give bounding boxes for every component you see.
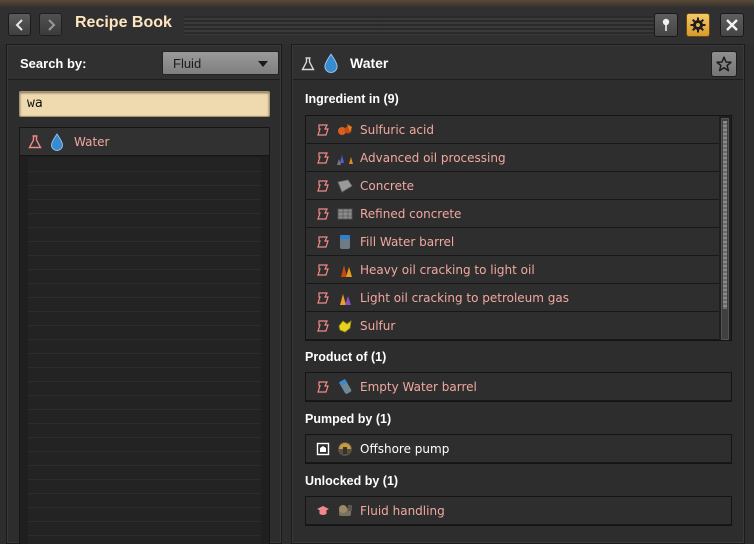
heavy-oil-cracking-icon [336, 261, 354, 279]
recipe-icon [314, 317, 332, 335]
title-drag-handle[interactable] [184, 16, 654, 35]
close-icon [726, 19, 738, 31]
water-drop-icon [48, 132, 66, 151]
list-item[interactable]: Empty Water barrel [306, 373, 731, 401]
pin-button[interactable] [654, 13, 678, 37]
empty-list-area [28, 158, 261, 544]
settings-button[interactable] [686, 13, 710, 37]
offshore-pump-icon [336, 440, 354, 458]
list-item[interactable]: Offshore pump [306, 435, 731, 463]
scrollbar-thumb[interactable] [723, 121, 727, 309]
search-input[interactable]: wa [19, 91, 270, 117]
recipe-icon [314, 261, 332, 279]
detail-header: Water [293, 46, 743, 80]
forward-button[interactable] [39, 13, 62, 36]
title-bar: Recipe Book [0, 0, 754, 44]
scrollbar[interactable] [721, 118, 729, 340]
water-barrel-icon [336, 233, 354, 251]
recipe-icon [314, 378, 332, 396]
detail-title: Water [350, 55, 389, 71]
recipe-icon [314, 289, 332, 307]
light-oil-cracking-icon [336, 289, 354, 307]
flask-icon [301, 56, 315, 75]
search-panel: Search by: Fluid wa Water [6, 44, 282, 544]
list-item[interactable]: Concrete [306, 172, 719, 200]
back-button[interactable] [8, 13, 31, 36]
search-type-dropdown[interactable]: Fluid [162, 51, 279, 75]
unlocked-by-list: Fluid handling [305, 496, 732, 526]
advanced-oil-processing-icon [336, 149, 354, 167]
empty-barrel-icon [336, 378, 354, 396]
ingredient-in-list: Sulfuric acid Advanced oil processing Co… [305, 115, 732, 341]
favorite-button[interactable] [711, 51, 737, 77]
water-drop-icon [323, 53, 339, 77]
detail-panel: Water Ingredient in (9) Sulfuric acid Ad… [291, 44, 745, 544]
section-title-pumped-by: Pumped by (1) [305, 412, 392, 426]
recipe-icon [314, 149, 332, 167]
recipe-icon [314, 121, 332, 139]
list-item[interactable]: Fill Water barrel [306, 228, 719, 256]
window-title: Recipe Book [75, 14, 172, 31]
flask-icon [26, 133, 44, 151]
building-icon [314, 440, 332, 458]
chevron-right-icon [47, 18, 55, 31]
chevron-left-icon [15, 18, 23, 31]
sulfur-icon [336, 317, 354, 335]
list-item[interactable]: Advanced oil processing [306, 144, 719, 172]
list-item[interactable]: Light oil cracking to petroleum gas [306, 284, 719, 312]
pin-icon [662, 18, 670, 31]
search-by-label: Search by: [20, 56, 87, 71]
search-results-list: Water [19, 127, 270, 544]
section-title-product-of: Product of (1) [305, 350, 387, 364]
fluid-handling-icon [336, 502, 354, 520]
result-item-water[interactable]: Water [20, 128, 269, 156]
technology-icon [314, 502, 332, 520]
recipe-icon [314, 205, 332, 223]
search-header: Search by: Fluid [8, 46, 280, 80]
section-title-unlocked-by: Unlocked by (1) [305, 474, 399, 488]
section-title-ingredient-in: Ingredient in (9) [305, 92, 399, 106]
list-item[interactable]: Fluid handling [306, 497, 731, 525]
recipe-icon [314, 177, 332, 195]
pumped-by-list: Offshore pump [305, 434, 732, 464]
list-item[interactable]: Sulfur [306, 312, 719, 340]
search-type-value: Fluid [173, 56, 202, 71]
refined-concrete-icon [336, 205, 354, 223]
result-label: Water [74, 134, 110, 149]
recipe-icon [314, 233, 332, 251]
list-item[interactable]: Heavy oil cracking to light oil [306, 256, 719, 284]
star-icon [716, 56, 732, 72]
gear-icon [690, 17, 706, 33]
list-item[interactable]: Refined concrete [306, 200, 719, 228]
concrete-icon [336, 177, 354, 195]
list-item[interactable]: Sulfuric acid [306, 116, 719, 144]
caret-down-icon [258, 61, 268, 67]
close-button[interactable] [720, 13, 744, 37]
product-of-list: Empty Water barrel [305, 372, 732, 402]
sulfuric-acid-icon [336, 121, 354, 139]
